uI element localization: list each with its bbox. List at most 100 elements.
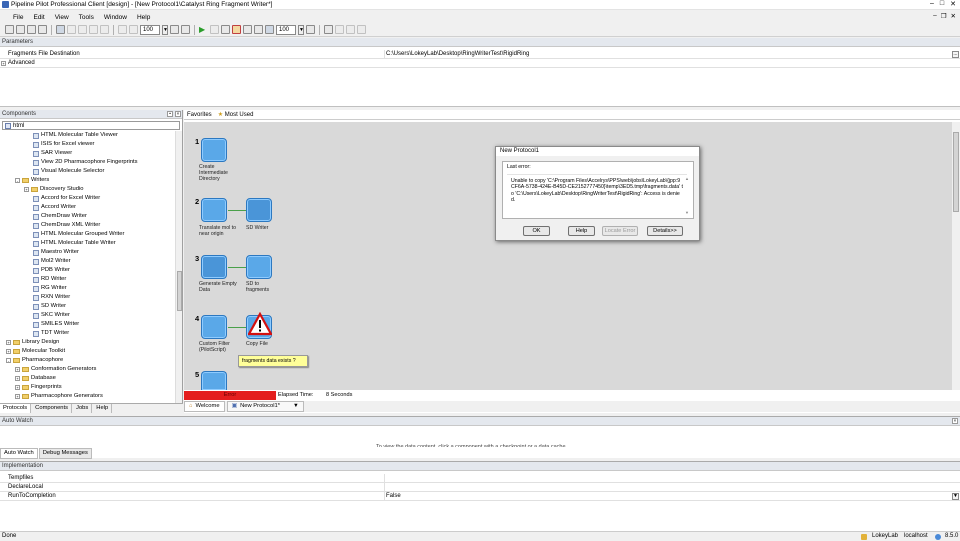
browse-button[interactable]: ... — [952, 51, 959, 58]
sd-writer-component[interactable] — [246, 198, 272, 222]
delete-icon[interactable] — [67, 25, 76, 34]
stop-icon[interactable] — [210, 25, 219, 34]
grid-icon[interactable] — [181, 25, 190, 34]
expand-icon[interactable]: + — [15, 385, 20, 390]
scroll-down-icon[interactable]: ▼ — [685, 210, 689, 215]
step-icon[interactable] — [221, 25, 230, 34]
tree-item[interactable]: + Fingerprints — [15, 383, 62, 392]
impl-row[interactable]: RunToCompletion False ▼ — [0, 492, 960, 501]
collapse-icon[interactable]: - — [6, 358, 11, 363]
redo-icon[interactable] — [129, 25, 138, 34]
tab-protocols[interactable]: Protocols — [0, 404, 32, 413]
tree-item[interactable]: HTML Molecular Table Writer — [33, 239, 116, 248]
translate-mol-component[interactable] — [201, 198, 227, 222]
locate-error-button[interactable]: Locate Error — [602, 226, 638, 236]
tree-item[interactable]: + Molecular Toolkit — [6, 347, 65, 356]
tab-jobs[interactable]: Jobs — [73, 404, 93, 413]
tree-item[interactable]: ISIS for Excel viewer — [33, 140, 94, 149]
tree-item[interactable]: + Pharmacophore Generators — [15, 392, 103, 401]
scroll-up-icon[interactable]: ▲ — [685, 176, 689, 181]
close-icon[interactable]: ✕ — [950, 0, 956, 8]
print-icon[interactable] — [38, 25, 47, 34]
mdi-restore-icon[interactable]: ❐ — [941, 12, 947, 20]
tree-item[interactable]: - Pharmacophore — [6, 356, 63, 365]
tree-item[interactable]: View 2D Pharmacophore Fingerprints — [33, 158, 138, 167]
new-icon[interactable] — [5, 25, 14, 34]
custom-filter-component[interactable] — [201, 315, 227, 339]
tree-item[interactable]: Visual Molecule Selector — [33, 167, 104, 176]
copy-icon[interactable] — [89, 25, 98, 34]
tree-item[interactable]: + Discovery Studio — [24, 185, 84, 194]
menu-edit[interactable]: Edit — [28, 14, 49, 21]
sd-to-fragments-component[interactable] — [246, 255, 272, 279]
back-icon[interactable] — [335, 25, 344, 34]
tree-item[interactable]: ChemDraw XML Writer — [33, 221, 100, 230]
expand-icon[interactable]: + — [6, 340, 11, 345]
param-row[interactable]: Fragments File Destination C:\Users\Loke… — [0, 50, 960, 59]
search-input[interactable]: html — [2, 121, 180, 130]
cut-icon[interactable] — [78, 25, 87, 34]
minimize-icon[interactable]: – — [930, 0, 934, 8]
tree-item[interactable]: + Database — [15, 374, 56, 383]
tree-item[interactable]: SKC Writer — [33, 311, 70, 320]
param-row-advanced[interactable]: + Advanced — [0, 59, 960, 68]
zoom-dropdown-1-icon[interactable]: ▼ — [162, 24, 168, 35]
tab-components[interactable]: Components — [32, 404, 73, 413]
tree-item[interactable]: + Library Design — [6, 338, 59, 347]
view-icon[interactable] — [265, 25, 274, 34]
comment-note[interactable]: fragments data exists ? — [238, 355, 308, 367]
collapse-icon[interactable]: - — [15, 178, 20, 183]
tree-item[interactable]: Accord Writer — [33, 203, 76, 212]
zoom-input-2[interactable]: 100 — [276, 24, 296, 35]
tree-item[interactable]: Mol2 Writer — [33, 257, 71, 266]
tree-item[interactable]: SD Writer — [33, 302, 66, 311]
close-icon[interactable]: × — [952, 418, 958, 424]
tree-item[interactable]: + Conformation Generators — [15, 365, 96, 374]
tree-item[interactable]: RG Writer — [33, 284, 67, 293]
tab-auto-watch[interactable]: Auto Watch — [0, 448, 38, 459]
pin-icon[interactable]: • — [167, 111, 173, 117]
protocol-canvas[interactable]: 1 Create Intermediate Directory 2 Transl… — [184, 122, 952, 390]
maximize-icon[interactable]: □ — [940, 0, 944, 8]
warning-icon[interactable] — [232, 25, 241, 34]
tree-item[interactable]: PDB Writer — [33, 266, 70, 275]
tree-scrollbar[interactable] — [175, 131, 182, 408]
step5-component[interactable] — [201, 371, 227, 390]
tree-item[interactable]: HTML Molecular Grouped Writer — [33, 230, 124, 239]
details-button[interactable]: Details>> — [647, 226, 683, 236]
param-value[interactable]: C:\Users\LokeyLab\Desktop\RingWriterTest… — [386, 50, 529, 59]
error-warning-icon[interactable] — [248, 312, 272, 336]
tab-new-protocol[interactable]: ▣ New Protocol1* ▼ — [226, 401, 304, 412]
help-button[interactable]: Help — [568, 226, 595, 236]
checkpoint-icon[interactable] — [254, 25, 263, 34]
paste-icon[interactable] — [100, 25, 109, 34]
mdi-close-icon[interactable]: ✕ — [951, 12, 956, 20]
close-icon[interactable]: × — [175, 111, 181, 117]
menu-window[interactable]: Window — [99, 14, 132, 21]
tree-item[interactable]: TDT Writer — [33, 329, 69, 338]
tree-item[interactable]: RXN Writer — [33, 293, 70, 302]
menu-view[interactable]: View — [50, 14, 74, 21]
tree-item[interactable]: HTML Molecular Table Viewer — [33, 131, 118, 140]
tree-item[interactable]: SMILES Writer — [33, 320, 79, 329]
expand-icon[interactable]: + — [6, 349, 11, 354]
create-directory-component[interactable] — [201, 138, 227, 162]
pointer-icon[interactable] — [56, 25, 65, 34]
run-icon[interactable]: ▶ — [199, 25, 208, 34]
fit-icon[interactable] — [170, 25, 179, 34]
mdi-minimize-icon[interactable]: – — [933, 12, 937, 20]
zoom-input-1[interactable]: 100 — [140, 24, 160, 35]
canvas-scrollbar[interactable] — [952, 122, 960, 390]
tab-help[interactable]: Help — [93, 404, 113, 413]
colors-icon[interactable] — [324, 25, 333, 34]
tab-welcome[interactable]: ⌂ Welcome — [184, 401, 225, 412]
undo-icon[interactable] — [118, 25, 127, 34]
home-icon[interactable] — [357, 25, 366, 34]
impl-row[interactable]: Tempfiles — [0, 474, 960, 483]
expand-icon[interactable]: + — [15, 394, 20, 399]
tree-item[interactable]: - Writers — [15, 176, 49, 185]
tab-debug-messages[interactable]: Debug Messages — [38, 448, 92, 459]
value-dropdown-icon[interactable]: ▼ — [952, 493, 959, 500]
expand-icon[interactable]: + — [24, 187, 29, 192]
favorites-tab[interactable]: Favorites — [187, 110, 212, 119]
